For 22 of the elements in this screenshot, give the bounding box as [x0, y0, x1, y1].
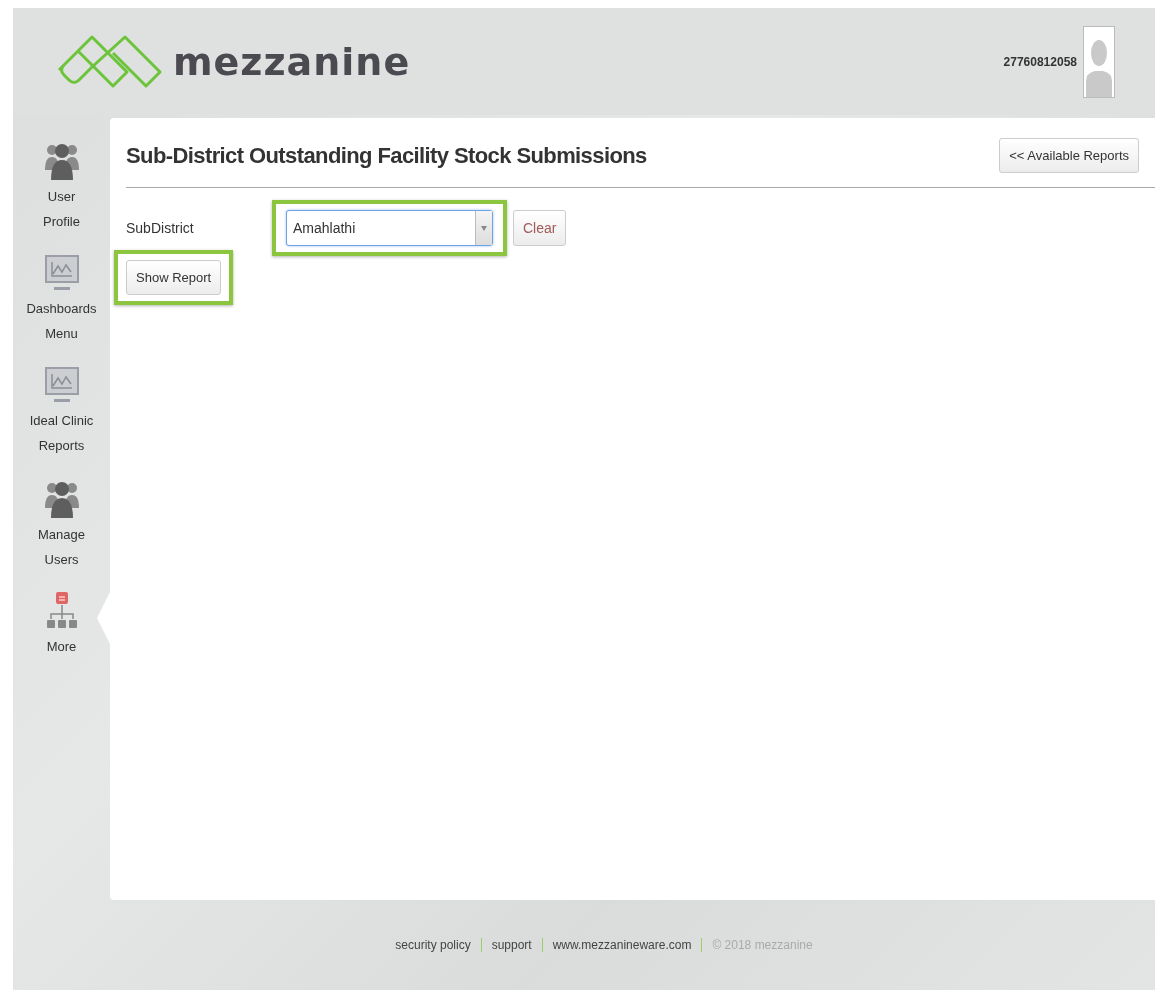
dropdown-caret-icon — [481, 225, 487, 231]
show-report-button[interactable]: Show Report — [126, 260, 222, 295]
sidebar-item[interactable]: Manage Users — [13, 478, 110, 572]
footer-link[interactable]: www.mezzanineware.com — [552, 938, 692, 952]
sidebar-item[interactable]: More — [13, 592, 110, 659]
sidebar-item[interactable]: Ideal Clinic Reports — [13, 366, 110, 458]
footer-link[interactable]: security policy — [395, 938, 471, 952]
hierarchy-icon — [46, 592, 77, 630]
sidebar-item[interactable]: Dashboards Menu — [13, 254, 110, 346]
subdistrict-select[interactable]: Amahlathi — [286, 210, 493, 246]
field-label: SubDistrict — [126, 220, 195, 236]
user-id: 27760812058 — [1003, 54, 1077, 69]
footer-link[interactable]: support — [491, 938, 532, 952]
monitor-chart-icon — [43, 254, 80, 292]
sidebar-item[interactable]: User Profile — [13, 140, 110, 234]
page-title: Sub-District Outstanding Facility Stock Submissions — [126, 142, 647, 169]
avatar[interactable] — [1083, 25, 1115, 98]
person-silhouette-icon — [1086, 39, 1112, 97]
available-reports-button[interactable]: << Available Reports — [999, 138, 1139, 173]
brand-name: mezzanine — [173, 39, 411, 84]
monitor-chart-icon — [43, 366, 80, 404]
clear-button[interactable]: Clear — [513, 210, 567, 246]
